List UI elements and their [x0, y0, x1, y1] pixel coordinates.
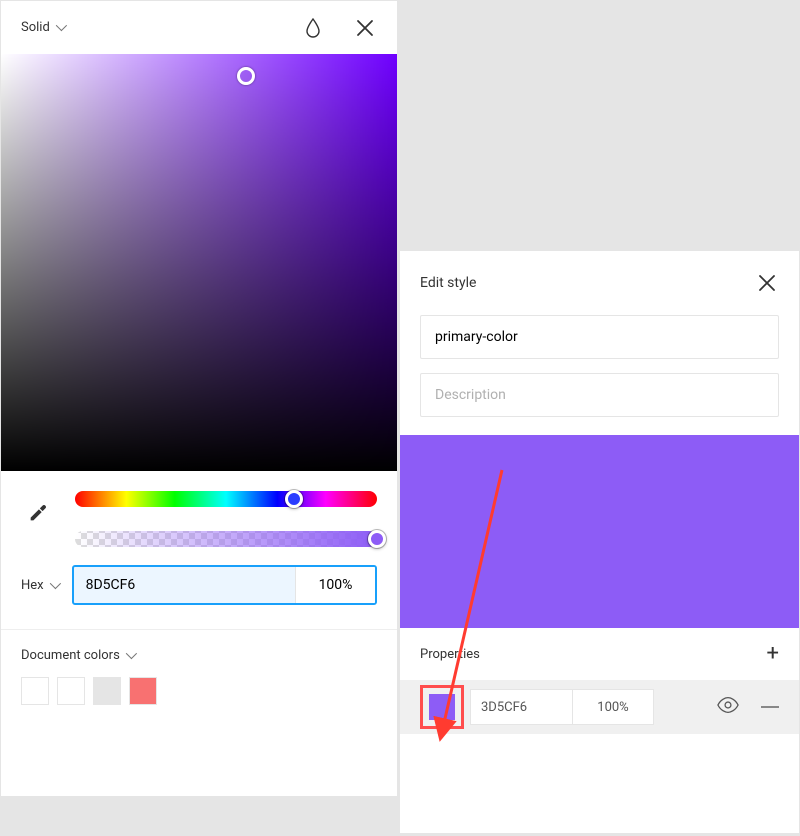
style-color-preview — [400, 435, 799, 628]
close-icon[interactable] — [755, 271, 779, 295]
edit-style-header: Edit style — [400, 251, 799, 315]
color-picker-panel: Solid Hex — [0, 0, 398, 797]
property-actions — [654, 697, 779, 717]
chevron-down-icon — [50, 578, 58, 593]
panel-title: Edit style — [420, 275, 476, 291]
document-colors-label: Document colors — [21, 648, 120, 663]
hex-row: Hex — [1, 547, 397, 629]
swatch[interactable] — [57, 677, 85, 705]
property-swatch[interactable] — [429, 694, 455, 720]
blend-mode-icon[interactable] — [301, 16, 325, 40]
alpha-handle[interactable] — [368, 530, 386, 548]
color-format-label: Hex — [21, 578, 44, 593]
saturation-value-handle[interactable] — [237, 67, 255, 85]
visibility-icon[interactable] — [717, 697, 739, 717]
color-format-dropdown[interactable]: Hex — [21, 578, 58, 593]
document-colors-section: Document colors — [1, 630, 397, 723]
property-swatch-highlight — [420, 685, 464, 729]
add-property-button[interactable]: + — [767, 643, 779, 665]
fill-mode-label: Solid — [21, 20, 50, 35]
chevron-down-icon — [56, 20, 64, 35]
properties-header: Properties + — [400, 628, 799, 680]
opacity-input[interactable] — [295, 567, 375, 603]
saturation-value-field[interactable] — [1, 54, 397, 471]
close-icon[interactable] — [353, 16, 377, 40]
edit-style-panel: Edit style Properties + 3D5CF6 100% — [399, 250, 800, 834]
alpha-slider[interactable] — [75, 531, 377, 547]
style-description-input[interactable] — [420, 373, 779, 417]
slider-area — [1, 471, 397, 547]
sliders — [75, 491, 377, 547]
remove-property-button[interactable] — [761, 706, 779, 708]
color-picker-header-actions — [301, 16, 377, 40]
document-swatches — [21, 677, 377, 705]
style-inputs — [400, 315, 799, 435]
swatch[interactable] — [93, 677, 121, 705]
chevron-down-icon — [126, 648, 134, 663]
properties-label: Properties — [420, 647, 480, 662]
swatch[interactable] — [21, 677, 49, 705]
swatch[interactable] — [129, 677, 157, 705]
hex-input[interactable] — [74, 567, 295, 603]
document-colors-dropdown[interactable]: Document colors — [21, 648, 377, 663]
hue-handle[interactable] — [285, 490, 303, 508]
color-picker-header: Solid — [1, 1, 397, 54]
property-hex[interactable]: 3D5CF6 — [470, 689, 572, 725]
hue-slider[interactable] — [75, 491, 377, 507]
eyedropper-button[interactable] — [21, 491, 55, 535]
property-opacity[interactable]: 100% — [572, 689, 654, 725]
hex-field-group — [72, 565, 377, 605]
fill-mode-dropdown[interactable]: Solid — [21, 20, 64, 35]
style-name-input[interactable] — [420, 315, 779, 359]
property-row: 3D5CF6 100% — [400, 680, 799, 734]
